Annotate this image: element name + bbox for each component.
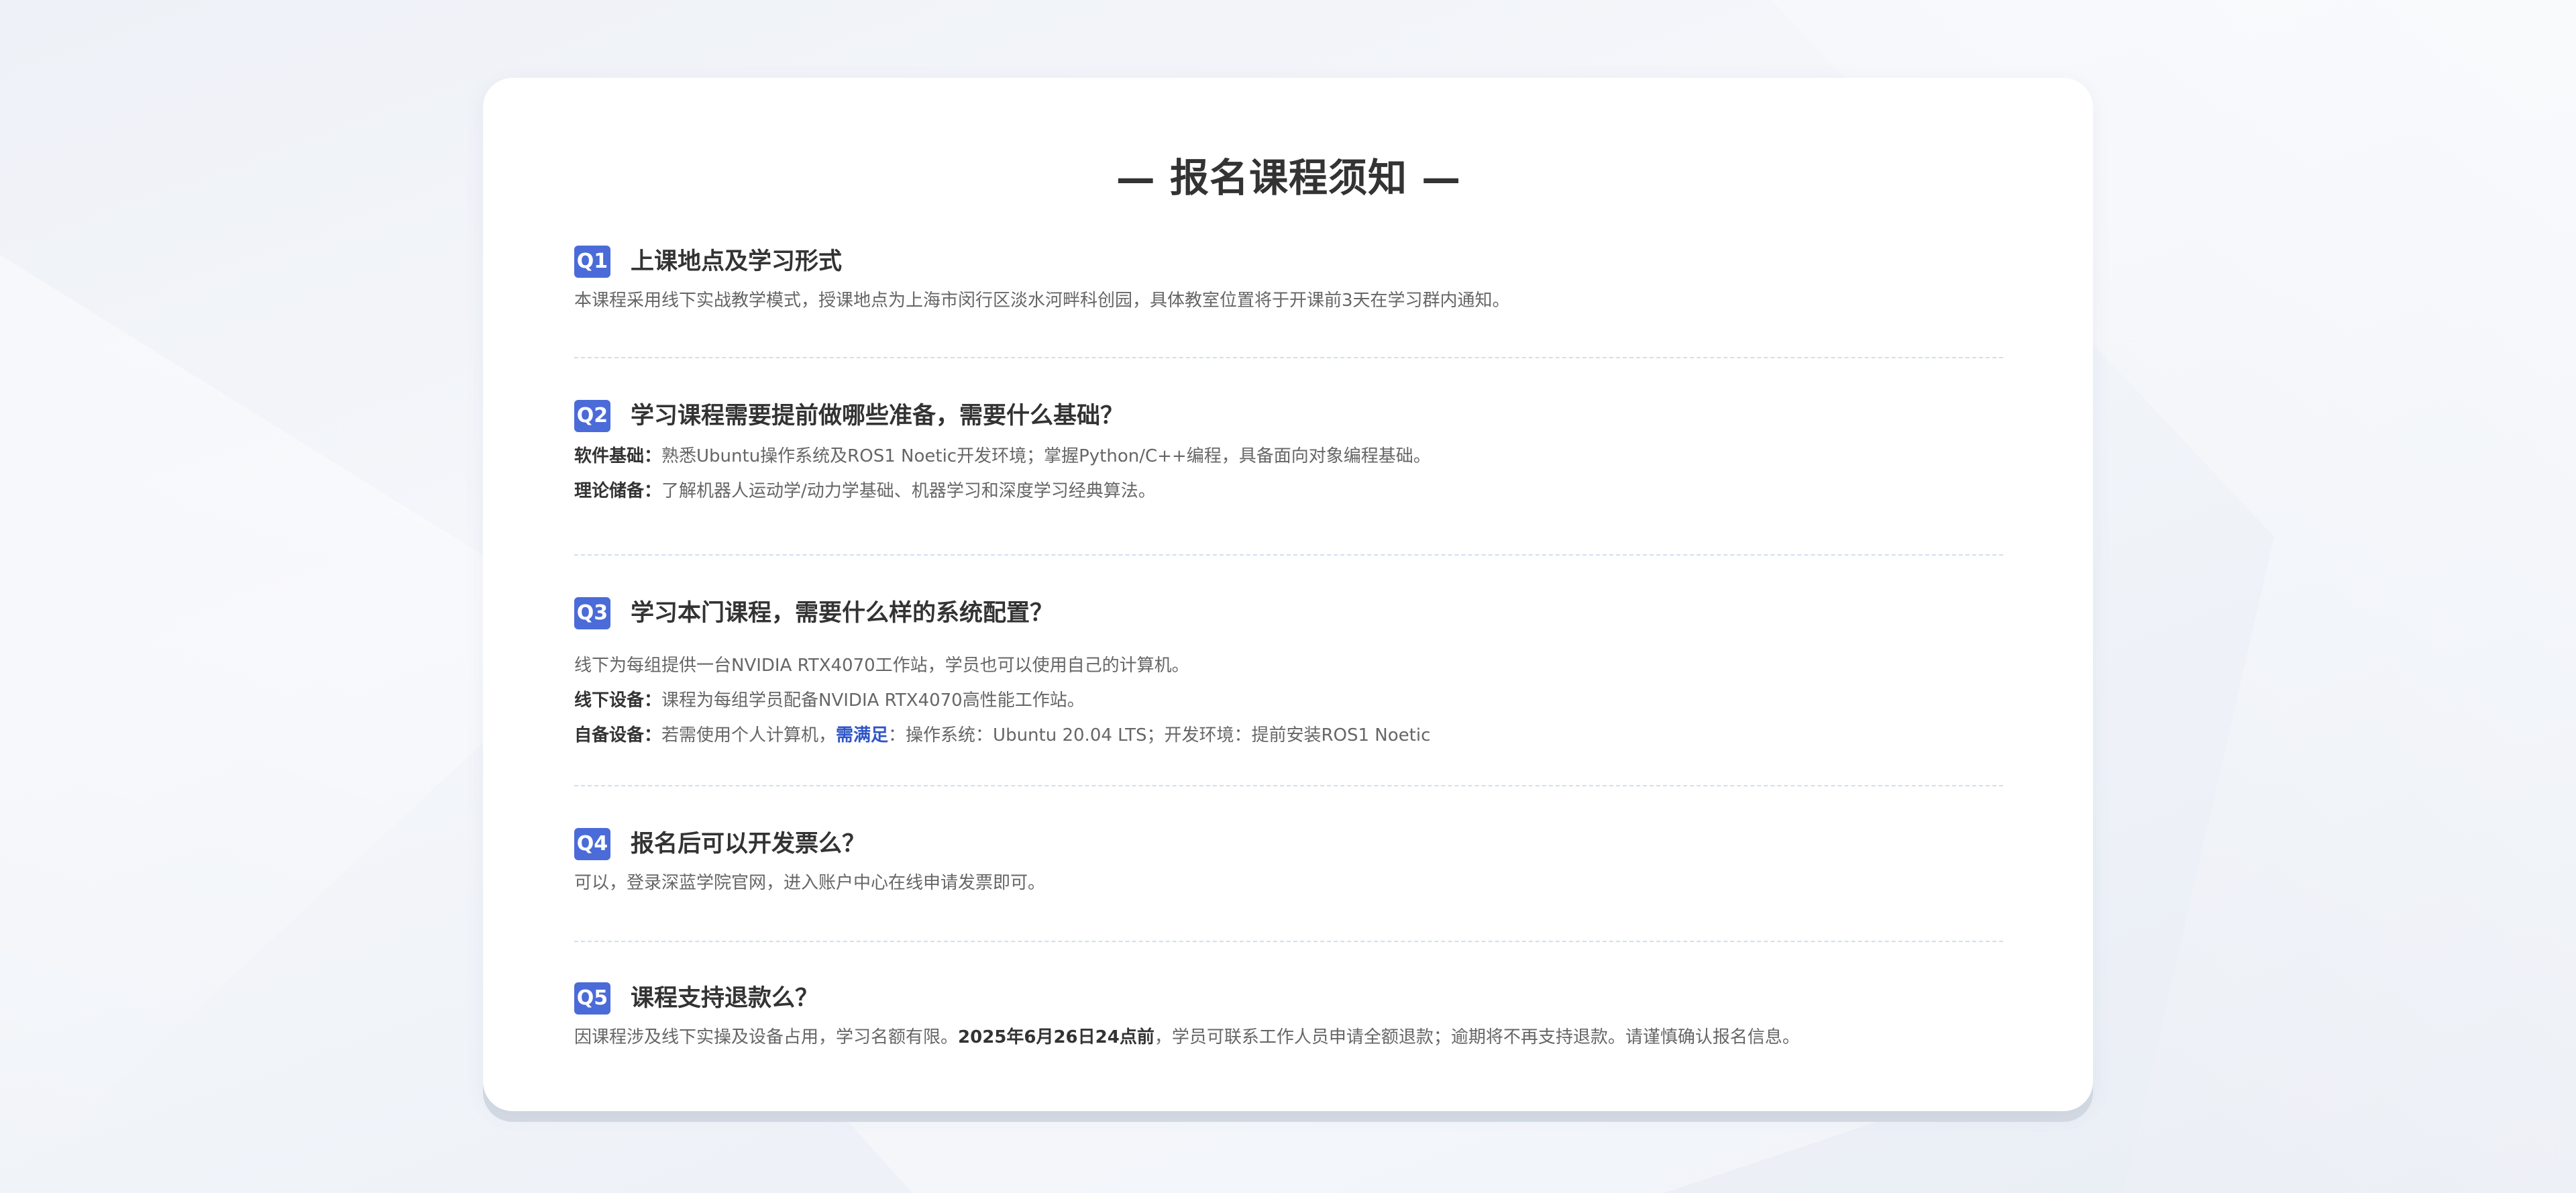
faq-question-row: Q4 报名后可以开发票么？ [574, 824, 2003, 864]
answer-line-text: 熟悉Ubuntu操作系统及ROS1 Noetic开发环境；掌握Python/C+… [661, 446, 1431, 466]
answer-line: 自备设备：若需使用个人计算机，需满足：操作系统：Ubuntu 20.04 LTS… [574, 718, 1430, 753]
answer-line-label: 软件基础： [574, 446, 662, 466]
question-title: 学习本门课程，需要什么样的系统配置？ [631, 600, 1054, 627]
answer-line-label: 理论储备： [574, 481, 662, 501]
section-divider [574, 554, 2003, 556]
answer-text: 线下为每组提供一台NVIDIA RTX4070工作站，学员也可以使用自己的计算机… [574, 648, 1430, 753]
answer-text: 软件基础：熟悉Ubuntu操作系统及ROS1 Noetic开发环境；掌握Pyth… [574, 439, 1431, 509]
question-title: 上课地点及学习形式 [631, 248, 843, 275]
answer-line-text: ，学员可联系工作人员申请全额退款；逾期将不再支持退款。请谨慎确认报名信息。 [1154, 1027, 1800, 1047]
answer-line: 理论储备：了解机器人运动学/动力学基础、机器学习和深度学习经典算法。 [574, 474, 1431, 509]
section-divider [574, 785, 2003, 786]
question-badge: Q2 [574, 400, 610, 432]
question-badge: Q3 [574, 597, 610, 629]
answer-line-text: 线下为每组提供一台NVIDIA RTX4070工作站，学员也可以使用自己的计算机… [574, 656, 1189, 676]
question-title: 课程支持退款么？ [631, 985, 819, 1012]
answer-line-text: 了解机器人运动学/动力学基础、机器学习和深度学习经典算法。 [661, 481, 1156, 501]
faq-item-q3: Q3 学习本门课程，需要什么样的系统配置？ 线下为每组提供一台NVIDIA RT… [574, 593, 2003, 745]
faq-question-row: Q5 课程支持退款么？ [574, 978, 2003, 1019]
question-badge: Q5 [574, 982, 610, 1015]
section-divider [574, 941, 2003, 942]
answer-line: 线下为每组提供一台NVIDIA RTX4070工作站，学员也可以使用自己的计算机… [574, 648, 1430, 683]
answer-line-text: 本课程采用线下实战教学模式，授课地点为上海市闵行区淡水河畔科创园，具体教室位置将… [574, 291, 1510, 311]
answer-line: 本课程采用线下实战教学模式，授课地点为上海市闵行区淡水河畔科创园，具体教室位置将… [574, 283, 1510, 318]
question-badge: Q4 [574, 828, 610, 860]
answer-line-label: 自备设备： [574, 725, 662, 745]
answer-text: 本课程采用线下实战教学模式，授课地点为上海市闵行区淡水河畔科创园，具体教室位置将… [574, 283, 1510, 318]
section-divider [574, 357, 2003, 358]
answer-line-text: ：操作系统：Ubuntu 20.04 LTS；开发环境：提前安装ROS1 Noe… [888, 725, 1431, 745]
answer-line-text: 若需使用个人计算机， [661, 725, 837, 745]
notice-card: — 报名课程须知 — Q1 上课地点及学习形式 本课程采用线下实战教学模式，授课… [483, 78, 2093, 1111]
question-title: 学习课程需要提前做哪些准备，需要什么基础？ [631, 403, 1124, 429]
answer-line: 线下设备：课程为每组学员配备NVIDIA RTX4070高性能工作站。 [574, 683, 1430, 718]
answer-line-text: 因课程涉及线下实操及设备占用，学习名额有限。 [574, 1027, 959, 1047]
answer-text: 因课程涉及线下实操及设备占用，学习名额有限。2025年6月26日24点前，学员可… [574, 1020, 1800, 1055]
highlight-text: 需满足 [836, 725, 889, 745]
answer-line-text: 课程为每组学员配备NVIDIA RTX4070高性能工作站。 [661, 690, 1085, 711]
answer-text: 可以，登录深蓝学院官网，进入账户中心在线申请发票即可。 [574, 866, 1045, 900]
faq-item-q2: Q2 学习课程需要提前做哪些准备，需要什么基础？ 软件基础：熟悉Ubuntu操作… [574, 396, 2003, 501]
answer-line: 因课程涉及线下实操及设备占用，学习名额有限。2025年6月26日24点前，学员可… [574, 1020, 1800, 1055]
page-title: — 报名课程须知 — [1116, 155, 1462, 201]
question-title: 报名后可以开发票么？ [631, 831, 866, 858]
answer-line-label: 线下设备： [574, 690, 662, 711]
faq-question-row: Q2 学习课程需要提前做哪些准备，需要什么基础？ [574, 396, 2003, 436]
faq-question-row: Q1 上课地点及学习形式 [574, 242, 2003, 282]
deadline-text: 2025年6月26日24点前 [958, 1027, 1155, 1047]
faq-item-q5: Q5 课程支持退款么？ 因课程涉及线下实操及设备占用，学习名额有限。2025年6… [574, 978, 2003, 1047]
faq-item-q4: Q4 报名后可以开发票么？ 可以，登录深蓝学院官网，进入账户中心在线申请发票即可… [574, 824, 2003, 893]
answer-line-text: 可以，登录深蓝学院官网，进入账户中心在线申请发票即可。 [574, 873, 1046, 893]
faq-question-row: Q3 学习本门课程，需要什么样的系统配置？ [574, 593, 2003, 633]
answer-line: 软件基础：熟悉Ubuntu操作系统及ROS1 Noetic开发环境；掌握Pyth… [574, 439, 1431, 474]
answer-line: 可以，登录深蓝学院官网，进入账户中心在线申请发票即可。 [574, 866, 1045, 900]
faq-item-q1: Q1 上课地点及学习形式 本课程采用线下实战教学模式，授课地点为上海市闵行区淡水… [574, 242, 2003, 311]
question-badge: Q1 [574, 246, 610, 278]
